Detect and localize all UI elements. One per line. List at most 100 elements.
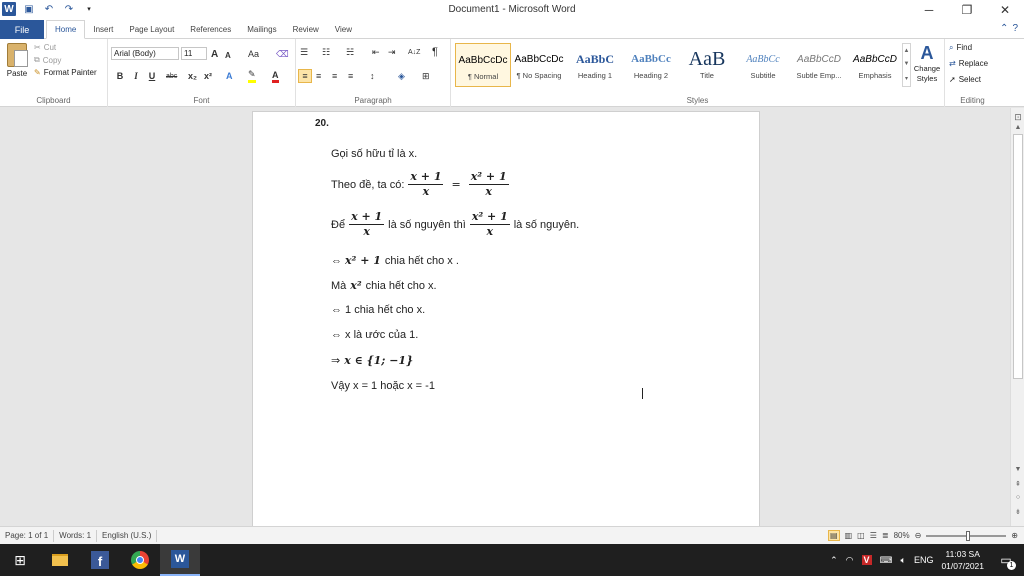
clock[interactable]: 11:03 SA 01/07/2021 xyxy=(941,548,984,572)
subscript-button[interactable]: x₂ xyxy=(188,69,197,83)
scroll-thumb[interactable] xyxy=(1013,134,1023,379)
align-center-icon[interactable]: ≡ xyxy=(316,69,321,83)
font-family-select[interactable]: Arial (Body) xyxy=(111,47,179,60)
scroll-down-icon[interactable]: ▼ xyxy=(1011,466,1024,473)
style-emphasis[interactable]: AaBbCcD Emphasis xyxy=(847,43,903,87)
document-page[interactable]: 20. Gọi số hữu tỉ là x. Theo đề, ta có: … xyxy=(252,111,760,531)
fraction-x2-plus-1-over-x: x² + 1 x xyxy=(469,210,510,239)
vertical-scrollbar[interactable]: ⊡ ▲ ▼ ⇞ ○ ⇟ xyxy=(1010,108,1024,526)
help-icon[interactable]: ? xyxy=(1012,23,1018,34)
numbering-icon[interactable]: ☷ xyxy=(322,45,330,59)
style-heading-2[interactable]: AaBbCc Heading 2 xyxy=(623,43,679,87)
increase-indent-icon[interactable]: ⇥ xyxy=(388,45,396,59)
input-language[interactable]: ENG xyxy=(914,555,934,565)
print-layout-icon[interactable]: ▤ xyxy=(828,530,840,541)
font-color-button[interactable]: A xyxy=(272,69,279,83)
style-subtitle[interactable]: AaBbCc Subtitle xyxy=(735,43,791,87)
ribbon: Paste ✂ Cut ⧉ Copy ✎ Format Painter Clipboa… xyxy=(0,39,1024,107)
grow-font-button[interactable]: A xyxy=(211,47,218,61)
file-explorer-button[interactable] xyxy=(40,544,80,576)
previous-page-icon[interactable]: ⇞ xyxy=(1011,480,1024,488)
minimize-button[interactable]: ─ xyxy=(910,0,948,20)
zoom-slider-knob[interactable] xyxy=(966,530,971,541)
draft-icon[interactable]: ≣ xyxy=(882,531,889,540)
tab-view[interactable]: View xyxy=(327,20,360,39)
ruler-toggle-icon[interactable]: ⊡ xyxy=(1011,112,1024,123)
web-layout-icon[interactable]: ◫ xyxy=(857,531,865,540)
file-tab[interactable]: File xyxy=(0,20,44,39)
close-button[interactable]: ✕ xyxy=(986,0,1024,20)
show-hidden-icons-icon[interactable]: ⌃ xyxy=(830,555,838,566)
font-size-select[interactable]: 11 xyxy=(181,47,207,60)
volume-icon[interactable]: 🔈︎ xyxy=(901,555,906,566)
language-indicator[interactable]: English (U.S.) xyxy=(97,529,158,542)
antivirus-icon[interactable]: V xyxy=(861,555,872,565)
paste-button[interactable]: Paste xyxy=(4,43,30,78)
tab-home[interactable]: Home xyxy=(46,20,86,39)
page-count[interactable]: Page: 1 of 1 xyxy=(0,529,55,542)
start-button[interactable]: ⊞ xyxy=(0,544,40,576)
align-right-icon[interactable]: ≡ xyxy=(332,69,337,83)
style-no-spacing[interactable]: AaBbCcDc ¶ No Spacing xyxy=(511,43,567,87)
restore-button[interactable]: ❐ xyxy=(948,0,986,20)
style-normal[interactable]: AaBbCcDc ¶ Normal xyxy=(455,43,511,87)
align-left-icon[interactable]: ≡ xyxy=(298,69,312,83)
bullets-icon[interactable]: ☰ xyxy=(300,45,308,59)
select-button[interactable]: ➚ Select xyxy=(949,75,981,84)
borders-icon[interactable]: ⊞ xyxy=(422,69,430,83)
shrink-font-button[interactable]: A xyxy=(225,48,231,62)
justify-icon[interactable]: ≡ xyxy=(348,69,353,83)
clear-formatting-icon[interactable]: ⌫ xyxy=(276,47,289,61)
underline-button[interactable]: U xyxy=(146,69,158,83)
zoom-in-icon[interactable]: ⊕ xyxy=(1011,531,1018,540)
decrease-indent-icon[interactable]: ⇤ xyxy=(372,45,380,59)
format-painter-button[interactable]: ✎ Format Painter xyxy=(34,68,97,77)
zoom-out-icon[interactable]: ⊖ xyxy=(915,531,922,540)
highlight-icon[interactable]: ✎ xyxy=(248,69,256,83)
styles-gallery-scroll[interactable]: ▲ ▼ ▾ xyxy=(902,43,911,87)
style-subtle-emphasis[interactable]: AaBbCcD Subtle Emp... xyxy=(791,43,847,87)
word-taskbar-button[interactable]: W xyxy=(160,544,200,576)
zoom-level[interactable]: 80% xyxy=(894,531,910,540)
cut-button[interactable]: ✂ Cut xyxy=(34,43,97,52)
network-icon[interactable]: ◠ xyxy=(846,555,854,566)
shading-icon[interactable]: ◈ xyxy=(398,69,405,83)
italic-button[interactable]: I xyxy=(130,69,142,83)
bold-button[interactable]: B xyxy=(114,69,126,83)
sort-button[interactable]: A↓Z xyxy=(408,45,420,59)
browse-object-icon[interactable]: ○ xyxy=(1011,494,1024,501)
word-count[interactable]: Words: 1 xyxy=(54,529,98,542)
next-page-icon[interactable]: ⇟ xyxy=(1011,508,1024,516)
style-title[interactable]: AaB Title xyxy=(679,43,735,87)
superscript-button[interactable]: x² xyxy=(204,69,212,83)
tab-mailings[interactable]: Mailings xyxy=(239,20,284,39)
action-center-button[interactable]: ▭ 1 xyxy=(996,550,1016,570)
full-screen-reading-icon[interactable]: ▥ xyxy=(845,531,853,540)
change-styles-button[interactable]: A Change Styles xyxy=(912,43,942,84)
text-effects-icon[interactable]: A xyxy=(226,69,233,83)
show-formatting-button[interactable]: ¶ xyxy=(432,45,438,59)
strikethrough-button[interactable]: abc xyxy=(166,69,177,83)
more-styles-icon[interactable]: ▾ xyxy=(905,75,908,82)
find-button[interactable]: ⌕ Find xyxy=(949,43,972,53)
tab-page-layout[interactable]: Page Layout xyxy=(121,20,182,39)
copy-button[interactable]: ⧉ Copy xyxy=(34,55,97,65)
style-heading-1[interactable]: AaBbC Heading 1 xyxy=(567,43,623,87)
line-spacing-icon[interactable]: ↕ xyxy=(370,69,375,83)
minimize-ribbon-icon[interactable]: ⌃ xyxy=(1000,23,1008,34)
tab-insert[interactable]: Insert xyxy=(85,20,121,39)
tab-references[interactable]: References xyxy=(182,20,239,39)
keyboard-icon[interactable]: ⌨ xyxy=(880,555,893,566)
facebook-button[interactable]: f xyxy=(80,544,120,576)
tab-review[interactable]: Review xyxy=(285,20,327,39)
scroll-down-icon[interactable]: ▼ xyxy=(904,61,910,67)
multilevel-list-icon[interactable]: ☵ xyxy=(346,45,354,59)
change-case-button[interactable]: Aa xyxy=(248,47,259,61)
math-expression: x² + 1 xyxy=(345,254,381,267)
scroll-up-icon[interactable]: ▲ xyxy=(1011,124,1024,131)
outline-icon[interactable]: ☰ xyxy=(870,531,877,540)
zoom-slider[interactable] xyxy=(926,530,1007,541)
replace-button[interactable]: ⇄ Replace xyxy=(949,59,988,68)
chrome-button[interactable] xyxy=(120,544,160,576)
scroll-up-icon[interactable]: ▲ xyxy=(904,48,910,54)
